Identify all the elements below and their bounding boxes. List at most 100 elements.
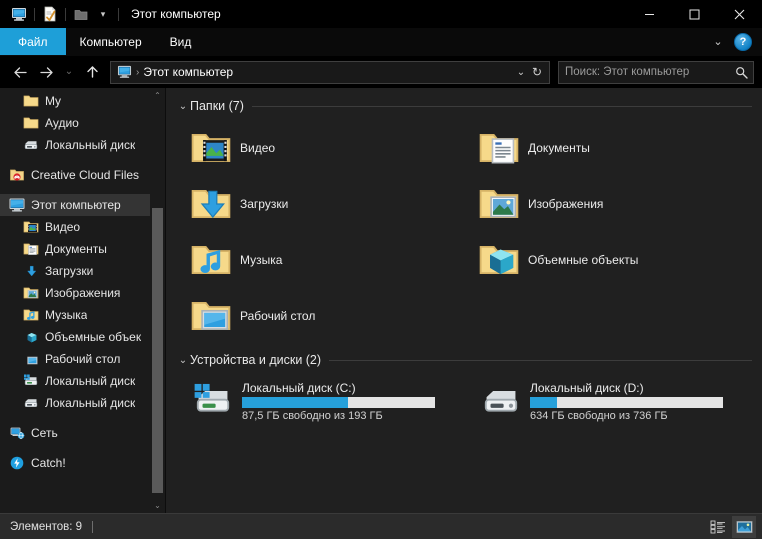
details-view-icon[interactable] — [706, 516, 730, 538]
recent-locations-button[interactable]: ⌄ — [60, 60, 78, 84]
downloads-folder-icon — [188, 181, 234, 227]
search-input[interactable] — [565, 66, 733, 78]
breadcrumb[interactable]: › Этот компьютер ⌄ ↻ — [110, 60, 550, 84]
pictures-folder-icon — [22, 284, 40, 302]
drive-capacity-fill — [530, 396, 558, 408]
tab-view[interactable]: Вид — [156, 28, 206, 55]
file-explorer-window: ▾ Этот компьютер Файл Компьютер Вид ⌄ ? — [0, 0, 762, 539]
sidebar-item-9[interactable]: Музыка — [0, 304, 165, 326]
window-title: Этот компьютер — [131, 7, 221, 21]
sidebar-item-3[interactable]: Creative Cloud Files — [0, 164, 165, 186]
large-icons-view-icon[interactable] — [732, 515, 756, 538]
sidebar-item-label: Изображения — [45, 286, 121, 300]
devices-group-header[interactable]: ⌄ Устройства и диски (2) — [176, 350, 752, 370]
sidebar-item-6[interactable]: Документы — [0, 238, 165, 260]
refresh-button[interactable]: ↻ — [529, 65, 545, 79]
folder-tile-label: Музыка — [240, 253, 283, 267]
sidebar-item-10[interactable]: Объемные объек — [0, 326, 165, 348]
new-folder-icon[interactable] — [70, 3, 92, 25]
sidebar-item-1[interactable]: Аудио — [0, 112, 165, 134]
quick-access-toolbar: ▾ — [0, 3, 123, 25]
close-button[interactable] — [717, 0, 762, 28]
navigation-pane: My Аудио Локальный диск Creative Cloud File… — [0, 88, 166, 513]
scrollbar-track[interactable] — [150, 103, 165, 498]
breadcrumb-path[interactable]: Этот компьютер — [143, 65, 233, 79]
address-bar: ⌄ › Этот компьютер ⌄ ↻ — [0, 56, 762, 88]
folders-group-title: Папки (7) — [190, 99, 244, 113]
devices-group-title: Устройства и диски (2) — [190, 353, 322, 367]
sidebar-item-5[interactable]: Видео — [0, 216, 165, 238]
sidebar-item-label: Видео — [45, 220, 81, 234]
explorer-body: My Аудио Локальный диск Creative Cloud File… — [0, 88, 762, 513]
sidebar-item-12[interactable]: Локальный диск — [0, 370, 165, 392]
sidebar-item-4[interactable]: Этот компьютер — [0, 194, 165, 216]
desktop-icon — [22, 350, 40, 368]
folder-tile[interactable]: Видео — [176, 120, 464, 176]
sidebar-item-label: Локальный диск — [45, 138, 136, 152]
scroll-up-button[interactable]: ⌃ — [150, 88, 165, 103]
sidebar-item-label: Локальный диск — [45, 374, 136, 388]
status-separator — [92, 520, 94, 533]
folder-tile[interactable]: Музыка — [176, 232, 464, 288]
sidebar-item-label: Creative Cloud Files — [31, 168, 140, 182]
music-folder-icon — [188, 237, 234, 283]
computer-icon — [115, 64, 133, 80]
breadcrumb-dropdown-button[interactable]: ⌄ — [513, 67, 529, 78]
sidebar-item-8[interactable]: Изображения — [0, 282, 165, 304]
maximize-button[interactable] — [672, 0, 717, 28]
folder-tile-label: Объемные объекты — [528, 253, 639, 267]
scroll-down-button[interactable]: ⌄ — [150, 498, 165, 513]
folder-tile[interactable]: Рабочий стол — [176, 288, 464, 344]
navigation-scrollbar[interactable]: ⌃ ⌄ — [150, 88, 165, 513]
folder-tile[interactable]: Объемные объекты — [464, 232, 752, 288]
chevron-down-icon: ⌄ — [64, 66, 74, 77]
drive-tile[interactable]: Локальный диск (D:) 634 ГБ свободно из 73… — [464, 374, 752, 428]
sidebar-item-11[interactable]: Рабочий стол — [0, 348, 165, 370]
properties-icon[interactable] — [39, 3, 61, 25]
sidebar-item-0[interactable]: My — [0, 90, 165, 112]
sidebar-item-13[interactable]: Локальный диск — [0, 392, 165, 414]
folder-tile[interactable]: Изображения — [464, 176, 752, 232]
toolbar-separator-1 — [34, 7, 35, 21]
documents-folder-icon — [22, 240, 40, 258]
sidebar-item-label: Аудио — [45, 116, 79, 130]
drive-name: Локальный диск (D:) — [530, 380, 644, 395]
search-icon[interactable] — [733, 66, 749, 79]
folder-tile-label: Изображения — [528, 197, 604, 211]
search-box[interactable] — [558, 60, 754, 84]
chevron-down-icon: ⌄ — [516, 66, 526, 78]
quick-access-dropdown[interactable]: ▾ — [92, 3, 114, 25]
documents-folder-icon — [476, 125, 522, 171]
help-button[interactable]: ? — [734, 33, 752, 51]
video-folder-icon — [22, 218, 40, 236]
folders-group-header[interactable]: ⌄ Папки (7) — [176, 96, 752, 116]
drive-info: Локальный диск (C:) 87,5 ГБ свободно из 1… — [242, 381, 435, 422]
content-pane: ⌄ Папки (7) Видео Документы Загрузки Изобра… — [166, 88, 762, 513]
scrollbar-thumb[interactable] — [152, 208, 163, 493]
breadcrumb-separator: › — [136, 66, 140, 78]
drive-icon — [22, 394, 40, 412]
folder-tile[interactable]: Документы — [464, 120, 752, 176]
tab-computer[interactable]: Компьютер — [66, 28, 156, 55]
sidebar-item-15[interactable]: Catch! — [0, 452, 165, 474]
group-divider — [329, 359, 752, 361]
chevron-down-icon[interactable]: ⌄ — [176, 355, 190, 366]
drive-tile[interactable]: Локальный диск (C:) 87,5 ГБ свободно из 1… — [176, 374, 464, 428]
computer-icon[interactable] — [8, 3, 30, 25]
back-button[interactable] — [8, 60, 32, 84]
sidebar-item-14[interactable]: Сеть — [0, 422, 165, 444]
tab-file[interactable]: Файл — [0, 28, 66, 55]
sidebar-item-7[interactable]: Загрузки — [0, 260, 165, 282]
ribbon-collapse-button[interactable]: ⌄ — [708, 32, 728, 52]
sidebar-item-label: Catch! — [31, 456, 66, 470]
chevron-down-icon[interactable]: ⌄ — [176, 101, 190, 112]
folder-tile[interactable]: Загрузки — [176, 176, 464, 232]
minimize-button[interactable] — [627, 0, 672, 28]
sidebar-item-label: Этот компьютер — [31, 198, 121, 212]
up-button[interactable] — [80, 60, 104, 84]
forward-button[interactable] — [34, 60, 58, 84]
sidebar-item-2[interactable]: Локальный диск — [0, 134, 165, 156]
